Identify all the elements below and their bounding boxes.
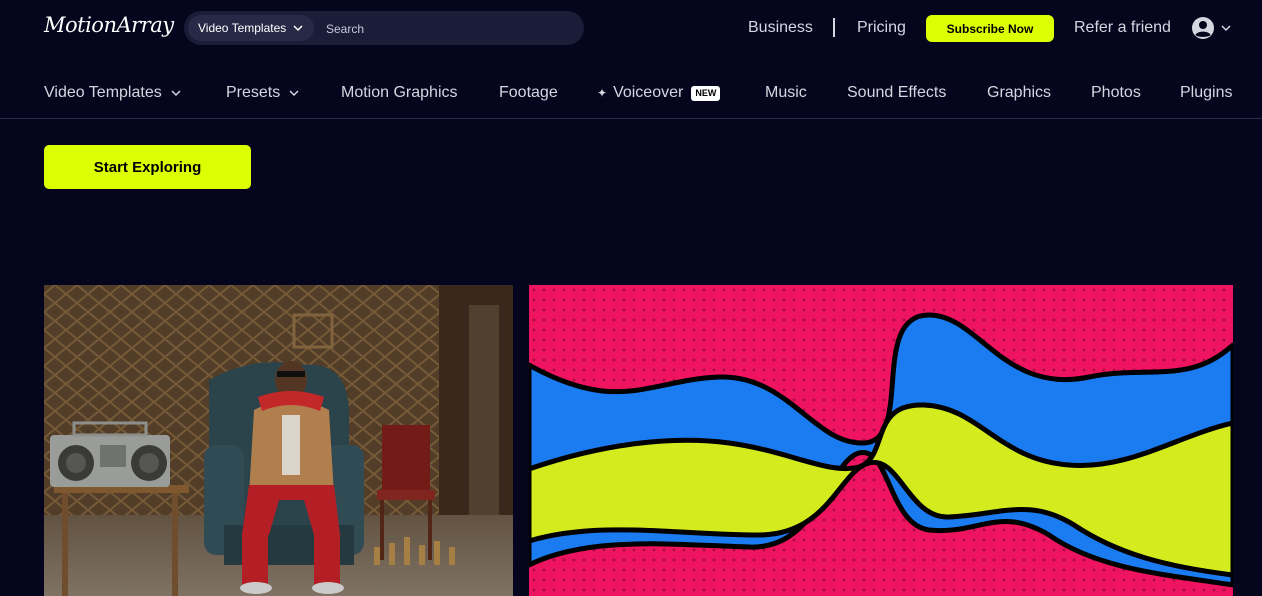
vintage-room-image: [44, 285, 513, 596]
subscribe-now-button[interactable]: Subscribe Now: [926, 15, 1054, 42]
nav-item-label: Music: [765, 84, 807, 101]
nav-item-label: Footage: [499, 84, 558, 101]
nav-item-label: Motion Graphics: [341, 84, 458, 101]
nav-item-label: Sound Effects: [847, 84, 947, 101]
search-category-label: Video Templates: [198, 21, 287, 35]
search-category-select[interactable]: Video Templates: [188, 15, 314, 41]
nav-item-label: Voiceover: [613, 84, 684, 101]
nav-item-label: Presets: [226, 84, 281, 101]
top-bar: MotionArray Video Templates Business Pri…: [0, 0, 1262, 56]
nav-item-graphics[interactable]: Graphics: [987, 84, 1051, 102]
nav-item-motion-graphics[interactable]: Motion Graphics: [341, 84, 458, 102]
chevron-down-icon[interactable]: [1220, 22, 1232, 34]
pricing-link[interactable]: Pricing: [857, 19, 906, 37]
user-avatar-icon[interactable]: [1191, 16, 1215, 40]
nav-item-footage[interactable]: Footage: [499, 84, 558, 102]
chevron-down-icon: [171, 90, 181, 97]
sparkle-icon: ✦: [597, 86, 608, 100]
nav-item-video-templates[interactable]: Video Templates: [44, 84, 182, 102]
nav-item-label: Video Templates: [44, 84, 162, 101]
video-thumbnail-pop-waves[interactable]: [529, 285, 1233, 596]
start-exploring-button[interactable]: Start Exploring: [44, 145, 251, 189]
pop-art-waves-image: [529, 285, 1233, 596]
search-bar: Video Templates: [184, 11, 584, 45]
nav-item-presets[interactable]: Presets: [226, 84, 300, 102]
nav-item-voiceover[interactable]: ✦ Voiceover NEW: [597, 84, 721, 102]
chevron-down-icon: [289, 90, 299, 97]
nav-item-plugins[interactable]: Plugins: [1180, 84, 1232, 102]
nav-item-music[interactable]: Music: [765, 84, 807, 102]
logo[interactable]: MotionArray: [44, 13, 174, 37]
chevron-down-icon: [293, 25, 303, 32]
nav-item-photos[interactable]: Photos: [1091, 84, 1141, 102]
nav-item-label: Graphics: [987, 84, 1052, 101]
new-badge: NEW: [691, 85, 721, 101]
nav-item-label: Photos: [1091, 84, 1141, 101]
category-nav: Video Templates Presets Motion Graphics …: [0, 72, 1262, 119]
divider: [833, 18, 835, 37]
video-thumbnail-vintage-room[interactable]: [44, 285, 513, 596]
nav-item-sound-effects[interactable]: Sound Effects: [847, 84, 946, 102]
nav-item-label: Plugins: [1180, 84, 1233, 101]
refer-a-friend-link[interactable]: Refer a friend: [1074, 19, 1171, 37]
business-link[interactable]: Business: [748, 19, 813, 37]
search-input[interactable]: [324, 16, 568, 42]
